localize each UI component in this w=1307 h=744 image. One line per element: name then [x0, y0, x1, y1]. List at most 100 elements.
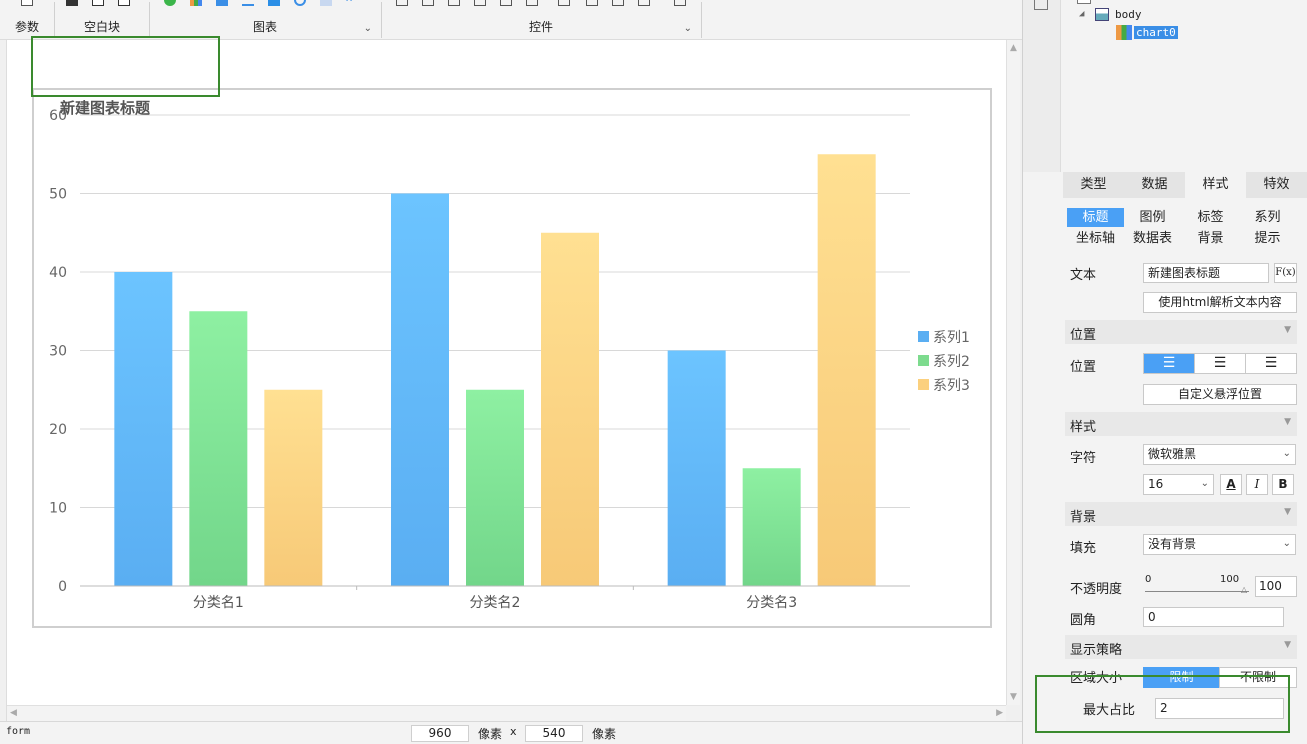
collapse-icon[interactable]: ▼ [1284, 325, 1291, 335]
chevron-down-icon[interactable]: ⌄ [1201, 475, 1209, 493]
subtab-tooltip[interactable]: 提示 [1239, 229, 1296, 248]
pixel-unit-label: 像素 [478, 727, 503, 741]
left-collapse-strip[interactable] [0, 40, 7, 721]
formula-button[interactable]: F(x) [1274, 263, 1297, 283]
align-left-button[interactable]: ☰ [1143, 353, 1195, 374]
fill-select[interactable]: 没有背景 ⌄ [1143, 534, 1296, 555]
scroll-right-icon[interactable]: ▶ [996, 708, 1003, 718]
bar-系列3 [264, 389, 323, 586]
opacity-stepper[interactable]: 100 [1255, 576, 1297, 597]
params-icon [21, 0, 33, 6]
chart-widget[interactable]: 0 10 20 30 40 50 60 分类名1 分类名2 分类名3 系列1 系列2 系列3 新建图表… [32, 88, 992, 628]
chevron-down-icon[interactable]: ⌄ [1283, 535, 1291, 553]
controls-group[interactable]: 控件 ⌄ [382, 0, 700, 40]
y-tick-label: 40 [49, 265, 67, 281]
panel-tabs: 类型 数据 样式 特效 [1063, 172, 1307, 198]
chevron-down-icon[interactable]: ⌄ [364, 23, 372, 34]
fill-value: 没有背景 [1148, 537, 1197, 551]
opacity-slider[interactable] [1145, 591, 1249, 592]
list-widget-icon [558, 0, 570, 6]
vertical-scrollbar[interactable]: ▲ ▼ [1006, 40, 1020, 705]
slider-handle-icon[interactable]: △ [1241, 585, 1247, 594]
background-section-header[interactable]: 背景 ▼ [1065, 502, 1297, 526]
background-section-title: 背景 [1070, 510, 1097, 525]
bar-系列2 [742, 468, 801, 586]
x-tick-label: 分类名2 [470, 595, 521, 611]
font-family-select[interactable]: 微软雅黑 ⌄ [1143, 444, 1296, 465]
blank-block-label: 空白块 [83, 20, 120, 34]
design-canvas[interactable]: 0 10 20 30 40 50 60 分类名1 分类名2 分类名3 系列1 系列2 系列3 新建图表… [7, 36, 1006, 705]
position-section-header[interactable]: 位置 ▼ [1065, 320, 1297, 344]
map-chart-icon [320, 0, 332, 6]
tab-style[interactable]: 样式 [1185, 172, 1246, 198]
line-chart-icon [242, 0, 254, 6]
params-label: 参数 [14, 20, 39, 34]
x-tick-label: 分类名3 [746, 595, 797, 611]
chart-node-icon [1116, 25, 1132, 40]
collapse-icon[interactable]: ▼ [1284, 640, 1291, 650]
font-size-select[interactable]: 16 ⌄ [1143, 474, 1214, 495]
collapse-icon[interactable]: ▼ [1284, 417, 1291, 427]
scroll-down-icon[interactable]: ▼ [1010, 692, 1017, 702]
collapse-icon[interactable]: ▼ [1284, 507, 1291, 517]
pixel-unit-label: 像素 [592, 727, 617, 741]
toolbar: 参数 空白块 ∴ 图表 ⌄ 控件 ⌄ [0, 0, 1022, 40]
params-group[interactable]: 参数 [0, 0, 54, 40]
number-widget-icon [526, 0, 538, 6]
y-tick-label: 10 [49, 501, 67, 517]
combo-widget-icon [474, 0, 486, 6]
fill-label: 填充 [1070, 541, 1097, 556]
custom-float-position-button[interactable]: 自定义悬浮位置 [1143, 384, 1297, 405]
blank-block-group[interactable]: 空白块 [56, 0, 148, 40]
scroll-left-icon[interactable]: ◀ [10, 708, 17, 718]
subtab-title[interactable]: 标题 [1067, 208, 1124, 227]
align-right-button[interactable]: ☰ [1245, 353, 1297, 374]
tab-data[interactable]: 数据 [1124, 172, 1185, 198]
italic-button[interactable]: I [1246, 474, 1268, 495]
y-tick-label: 30 [49, 344, 67, 360]
tree-node-body[interactable]: body [1115, 8, 1142, 21]
subtab-background[interactable]: 背景 [1182, 229, 1239, 248]
checkbox-widget-icon [612, 0, 624, 6]
horizontal-scrollbar[interactable]: ◀ ▶ [7, 705, 1006, 721]
chart-title[interactable]: 新建图表标题 [60, 99, 151, 117]
legend-swatch [918, 331, 929, 342]
opacity-min-label: 0 [1145, 574, 1152, 585]
panel-side-strip [1023, 0, 1061, 172]
canvas-width-input[interactable]: 960 [411, 725, 469, 742]
display-strategy-section-header[interactable]: 显示策略 ▼ [1065, 635, 1297, 659]
more-widget-icon[interactable] [674, 0, 686, 6]
position-label: 位置 [1070, 360, 1097, 375]
corner-radius-stepper[interactable]: 0 [1143, 607, 1284, 627]
title-text-input[interactable]: 新建图表标题 [1143, 263, 1269, 283]
tab-effects[interactable]: 特效 [1246, 172, 1307, 198]
bold-button[interactable]: B [1272, 474, 1294, 495]
style-section-header[interactable]: 样式 ▼ [1065, 412, 1297, 436]
chart-group-label: 图表 [252, 20, 277, 34]
legend-label: 系列1 [933, 330, 970, 346]
align-center-button[interactable]: ☰ [1194, 353, 1246, 374]
chevron-down-icon[interactable]: ⌄ [1283, 445, 1291, 463]
tab-type[interactable]: 类型 [1063, 172, 1124, 198]
text-label: 文本 [1070, 268, 1097, 283]
opacity-max-label: 100 [1220, 574, 1240, 585]
html-parse-button[interactable]: 使用html解析文本内容 [1143, 292, 1297, 313]
chevron-down-icon[interactable]: ⌄ [684, 23, 692, 34]
block-icon [66, 0, 78, 6]
tree-expand-icon[interactable]: ◢ [1079, 9, 1084, 19]
subtab-label[interactable]: 标签 [1182, 208, 1239, 227]
controls-group-label: 控件 [528, 20, 553, 34]
scroll-up-icon[interactable]: ▲ [1010, 43, 1017, 53]
form-label: form [6, 726, 31, 737]
area-chart-icon [268, 0, 280, 6]
tree-node-chart0[interactable]: chart0 [1134, 26, 1178, 39]
subtab-legend[interactable]: 图例 [1124, 208, 1181, 227]
canvas-height-input[interactable]: 540 [525, 725, 583, 742]
position-section-title: 位置 [1070, 328, 1097, 343]
subtab-axis[interactable]: 坐标轴 [1067, 229, 1124, 248]
chart-group[interactable]: ∴ 图表 ⌄ [150, 0, 380, 40]
widget-tree-icon[interactable] [1034, 0, 1048, 10]
font-color-button[interactable]: A [1220, 474, 1242, 495]
subtab-series[interactable]: 系列 [1239, 208, 1296, 227]
subtab-datatable[interactable]: 数据表 [1124, 229, 1181, 248]
